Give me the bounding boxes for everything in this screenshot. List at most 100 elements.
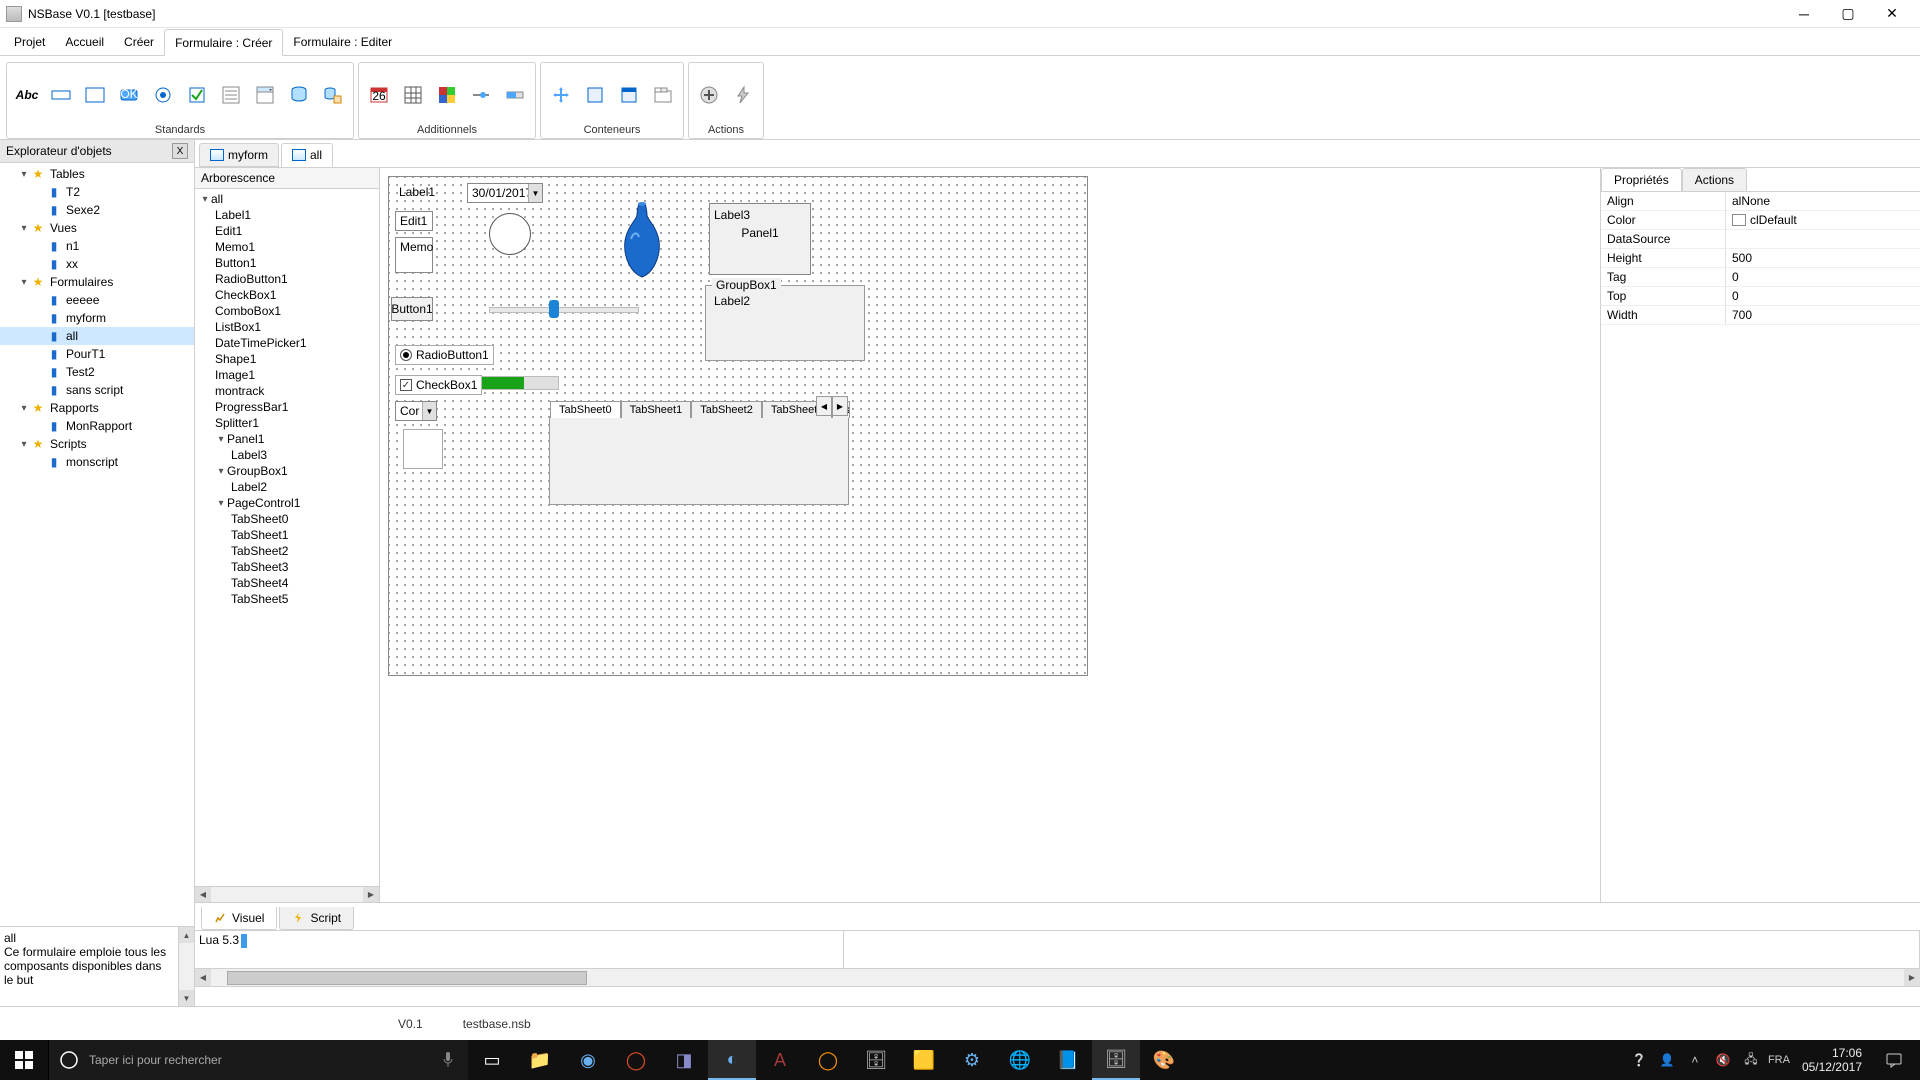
task-view-icon[interactable]: ▭ — [468, 1040, 516, 1080]
menu-projet[interactable]: Projet — [4, 28, 55, 55]
maximize-button[interactable]: ▢ — [1826, 2, 1870, 26]
taskbar-app-firefox[interactable]: ◯ — [804, 1040, 852, 1080]
arbo-button1[interactable]: Button1 — [195, 255, 379, 271]
tree-item-pourt1[interactable]: ▮PourT1 — [0, 345, 194, 363]
tool-panel-icon[interactable] — [581, 81, 609, 109]
prop-row-top[interactable]: Top0 — [1601, 287, 1920, 306]
widget-groupbox1[interactable]: GroupBox1 Label2 — [705, 285, 865, 361]
tray-network-icon[interactable]: 🖧 — [1740, 1050, 1762, 1071]
object-explorer-tree[interactable]: ▾★Tables▮T2▮Sexe2▾★Vues▮n1▮xx▾★Formulair… — [0, 163, 194, 926]
scroll-up-icon[interactable]: ▲ — [179, 927, 194, 943]
prop-value[interactable]: 0 — [1726, 268, 1920, 286]
tab-properties[interactable]: Propriétés — [1601, 168, 1682, 191]
mic-icon[interactable] — [428, 1051, 468, 1069]
arbo-memo1[interactable]: Memo1 — [195, 239, 379, 255]
taskbar-app-1[interactable]: ◉ — [564, 1040, 612, 1080]
taskbar-app-nsbase[interactable]: 🗄 — [1092, 1040, 1140, 1080]
arbo-pagecontrol1[interactable]: ▾ PageControl1 — [195, 495, 379, 511]
info-scrollbar[interactable]: ▲ ▼ — [178, 927, 194, 1006]
tool-edit-icon[interactable] — [47, 81, 75, 109]
arbo-splitter1[interactable]: Splitter1 — [195, 415, 379, 431]
tray-clock[interactable]: 17:06 05/12/2017 — [1796, 1046, 1868, 1075]
console-input[interactable] — [195, 987, 1920, 1006]
arbo-montrack[interactable]: montrack — [195, 383, 379, 399]
console-hscroll[interactable]: ◀ ▶ — [195, 968, 1920, 986]
tree-node-tables[interactable]: ▾★Tables — [0, 165, 194, 183]
tool-combo-icon[interactable] — [251, 81, 279, 109]
tool-button-icon[interactable]: OK — [115, 81, 143, 109]
arbo-tabsheet1[interactable]: TabSheet1 — [195, 527, 379, 543]
prop-value[interactable]: 0 — [1726, 287, 1920, 305]
prop-row-width[interactable]: Width700 — [1601, 306, 1920, 325]
taskbar-app-5[interactable]: 📘 — [1044, 1040, 1092, 1080]
widget-checkbox1[interactable]: ✓ CheckBox1 — [395, 375, 482, 395]
tool-db2-icon[interactable] — [319, 81, 347, 109]
tree-node-scripts[interactable]: ▾★Scripts — [0, 435, 194, 453]
tree-item-n1[interactable]: ▮n1 — [0, 237, 194, 255]
taskbar-app-3[interactable]: ◐ — [708, 1040, 756, 1080]
taskbar-app-2[interactable]: ◨ — [660, 1040, 708, 1080]
arbo-tabsheet4[interactable]: TabSheet4 — [195, 575, 379, 591]
tree-item-t2[interactable]: ▮T2 — [0, 183, 194, 201]
properties-grid[interactable]: AlignalNoneColorclDefaultDataSourceHeigh… — [1601, 192, 1920, 902]
arbo-checkbox1[interactable]: CheckBox1 — [195, 287, 379, 303]
tray-lang[interactable]: FRA — [1768, 1054, 1790, 1066]
search-placeholder[interactable]: Taper ici pour rechercher — [89, 1053, 428, 1067]
prop-row-height[interactable]: Height500 — [1601, 249, 1920, 268]
close-button[interactable]: ✕ — [1870, 2, 1914, 26]
widget-label3[interactable]: Label3 — [714, 208, 806, 222]
prop-value[interactable]: 500 — [1726, 249, 1920, 267]
tool-plus-icon[interactable] — [695, 81, 723, 109]
tree-node-rapports[interactable]: ▾★Rapports — [0, 399, 194, 417]
menu-accueil[interactable]: Accueil — [55, 28, 114, 55]
taskbar-app-access[interactable]: A — [756, 1040, 804, 1080]
widget-datetimepicker[interactable]: 30/01/2017 ▼ — [467, 183, 543, 203]
component-tree[interactable]: ▾ allLabel1Edit1Memo1Button1RadioButton1… — [195, 189, 379, 886]
tab-visuel[interactable]: Visuel — [201, 907, 277, 930]
tab-script[interactable]: Script — [279, 907, 354, 930]
widget-radiobutton1[interactable]: RadioButton1 — [395, 345, 494, 365]
tree-node-formulaires[interactable]: ▾★Formulaires — [0, 273, 194, 291]
form-canvas[interactable]: Label1 30/01/2017 ▼ Edit1 Memo Label3 Pa… — [388, 176, 1088, 676]
tool-radio-icon[interactable] — [149, 81, 177, 109]
widget-progressbar1[interactable] — [481, 376, 559, 390]
tree-item-xx[interactable]: ▮xx — [0, 255, 194, 273]
minimize-button[interactable]: ─ — [1782, 2, 1826, 26]
prop-row-align[interactable]: AlignalNone — [1601, 192, 1920, 211]
arbo-tabsheet2[interactable]: TabSheet2 — [195, 543, 379, 559]
arbo-tabsheet5[interactable]: TabSheet5 — [195, 591, 379, 607]
tool-check-icon[interactable] — [183, 81, 211, 109]
object-explorer-close[interactable]: X — [172, 143, 188, 159]
doctab-myform[interactable]: myform — [199, 143, 279, 167]
tool-slider-icon[interactable] — [467, 81, 495, 109]
prop-row-color[interactable]: ColorclDefault — [1601, 211, 1920, 230]
arbo-listbox1[interactable]: ListBox1 — [195, 319, 379, 335]
tree-item-sans-script[interactable]: ▮sans script — [0, 381, 194, 399]
start-button[interactable] — [0, 1040, 48, 1080]
arbo-panel1[interactable]: ▾ Panel1 — [195, 431, 379, 447]
tool-colorgrid-icon[interactable] — [433, 81, 461, 109]
tool-tab-icon[interactable] — [649, 81, 677, 109]
widget-pagecontrol1[interactable]: TabSheet0 TabSheet1 TabSheet2 TabSheet3 … — [549, 417, 849, 505]
widget-listbox1[interactable] — [403, 429, 443, 469]
tree-item-monscript[interactable]: ▮monscript — [0, 453, 194, 471]
widget-edit1[interactable]: Edit1 — [395, 211, 433, 231]
taskbar-app-4[interactable]: 🟨 — [900, 1040, 948, 1080]
widget-panel1[interactable]: Label3 Panel1 — [709, 203, 811, 275]
tool-memo-icon[interactable] — [81, 81, 109, 109]
widget-memo1[interactable]: Memo — [395, 237, 433, 273]
chevron-down-icon[interactable]: ▼ — [528, 184, 542, 202]
arbo-tabsheet3[interactable]: TabSheet3 — [195, 559, 379, 575]
tab-nav-right[interactable]: ▶ — [832, 396, 848, 416]
widget-combobox1[interactable]: Cor ▼ — [395, 401, 437, 421]
tray-chevron-up-icon[interactable]: ˄ — [1684, 1053, 1706, 1067]
arbo-label3[interactable]: Label3 — [195, 447, 379, 463]
tab-nav-left[interactable]: ◀ — [816, 396, 832, 416]
scroll-left-icon[interactable]: ◀ — [195, 887, 211, 902]
arbo-progressbar1[interactable]: ProgressBar1 — [195, 399, 379, 415]
tray-people-icon[interactable]: 👤 — [1656, 1053, 1678, 1067]
arbo-label1[interactable]: Label1 — [195, 207, 379, 223]
arbo-groupbox1[interactable]: ▾ GroupBox1 — [195, 463, 379, 479]
component-tree-hscroll[interactable]: ◀ ▶ — [195, 886, 379, 902]
tree-item-all[interactable]: ▮all — [0, 327, 194, 345]
